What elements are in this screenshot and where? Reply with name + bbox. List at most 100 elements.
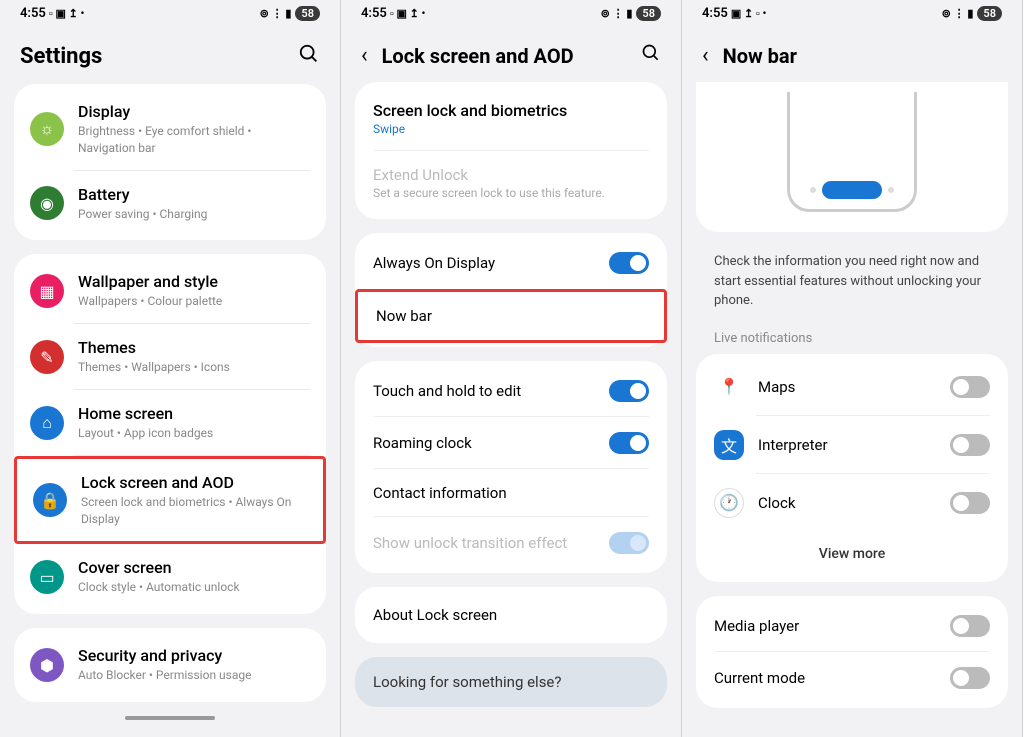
battery-badge: 58 [977,6,1002,21]
status-notif-icons: ▫ ▣ ↥ • [49,7,85,20]
footer-prompt[interactable]: Looking for something else? [355,657,667,707]
status-bar: 4:55 ▣ ↥ ▫ • ⊚ ⋮ ▮ 58 [682,0,1022,25]
row-touch-hold[interactable]: Touch and hold to edit [355,365,667,417]
clock-toggle[interactable] [950,492,990,514]
row-roaming[interactable]: Roaming clock [355,417,667,469]
item-sub: Auto Blocker • Permission usage [78,667,310,684]
back-button[interactable]: ‹ [361,43,368,68]
item-sub: Brightness • Eye comfort shield • Naviga… [78,123,310,157]
lock-icon: 🔒 [33,483,67,517]
app-label: Interpreter [758,436,936,454]
status-time: 4:55 [20,6,46,21]
row-label: Now bar [376,307,432,325]
maps-icon: 📍 [714,372,744,402]
status-bar: 4:55 ▫ ▣ ↥ • ⊚ ⋮ ▮ 58 [0,0,340,25]
item-sub: Clock style • Automatic unlock [78,579,310,596]
touch-toggle[interactable] [609,380,649,402]
row-label: About Lock screen [373,606,497,624]
settings-header: Settings [0,25,340,84]
aod-card: Always On Display Now bar [355,233,667,347]
row-maps[interactable]: 📍 Maps [696,358,1008,416]
settings-item-battery[interactable]: ◉ Battery Power saving • Charging [14,171,326,237]
screenlock-card: Screen lock and biometrics Swipe Extend … [355,82,667,219]
display-icon: ☼ [30,112,64,146]
interpreter-icon: 文 [714,430,744,460]
row-label: Always On Display [373,254,495,272]
row-nowbar[interactable]: Now bar [358,292,664,340]
status-bar: 4:55 ▫ ▣ ↥ • ⊚ ⋮ ▮ 58 [341,0,681,25]
row-about[interactable]: About Lock screen [355,591,667,639]
status-signal-icons: ⊚ ⋮ ▮ [260,7,292,20]
interpreter-toggle[interactable] [950,434,990,456]
themes-icon: ✎ [30,340,64,374]
page-title: Lock screen and AOD [382,44,627,68]
settings-item-wallpaper[interactable]: ▦ Wallpaper and style Wallpapers • Colou… [14,258,326,324]
search-icon[interactable] [298,43,320,70]
row-unlock-effect: Show unlock transition effect [355,517,667,569]
preview-dot-left [810,187,816,193]
item-sub: Themes • Wallpapers • Icons [78,359,310,376]
item-title: Themes [78,338,310,357]
nowbar-header: ‹ Now bar [682,25,1022,82]
back-button[interactable]: ‹ [702,43,709,68]
row-clock[interactable]: 🕐 Clock [696,474,1008,532]
row-label: Current mode [714,669,805,687]
search-icon[interactable] [641,43,661,68]
row-label: Show unlock transition effect [373,534,567,552]
row-media[interactable]: Media player [696,600,1008,652]
row-label: Media player [714,617,799,635]
settings-item-security[interactable]: ⬢ Security and privacy Auto Blocker • Pe… [14,632,326,698]
battery-badge: 58 [636,6,661,21]
mode-toggle[interactable] [950,667,990,689]
row-label: Touch and hold to edit [373,382,521,400]
settings-item-themes[interactable]: ✎ Themes Themes • Wallpapers • Icons [14,324,326,390]
item-title: Lock screen and AOD [81,473,307,492]
item-title: Display [78,102,310,121]
row-title: Screen lock and biometrics [373,101,567,120]
lockscreen-header: ‹ Lock screen and AOD [341,25,681,82]
unlock-toggle [609,532,649,554]
settings-item-display[interactable]: ☼ Display Brightness • Eye comfort shiel… [14,88,326,171]
description-text: Check the information you need right now… [696,244,1008,327]
item-sub: Power saving • Charging [78,206,310,223]
status-time: 4:55 [361,6,387,21]
options-card: Touch and hold to edit Roaming clock Con… [355,361,667,573]
settings-item-home[interactable]: ⌂ Home screen Layout • App icon badges [14,390,326,456]
app-label: Clock [758,494,936,512]
preview-card [696,82,1008,232]
row-mode[interactable]: Current mode [696,652,1008,704]
item-sub: Wallpapers • Colour palette [78,293,310,310]
item-sub: Layout • App icon badges [78,425,310,442]
roaming-toggle[interactable] [609,432,649,454]
item-title: Home screen [78,404,310,423]
lockscreen-settings-screen: 4:55 ▫ ▣ ↥ • ⊚ ⋮ ▮ 58 ‹ Lock screen and … [341,0,682,737]
settings-item-lockscreen[interactable]: 🔒 Lock screen and AOD Screen lock and bi… [17,459,323,542]
maps-toggle[interactable] [950,376,990,398]
item-title: Battery [78,185,310,204]
extras-card: Media player Current mode [696,596,1008,708]
row-screenlock[interactable]: Screen lock and biometrics Swipe [355,86,667,151]
clock-icon: 🕐 [714,488,744,518]
row-title: Extend Unlock [373,166,605,184]
item-sub: Screen lock and biometrics • Always On D… [81,494,307,528]
row-contact[interactable]: Contact information [355,469,667,517]
row-aod[interactable]: Always On Display [355,237,667,289]
status-time: 4:55 [702,6,728,21]
home-icon: ⌂ [30,406,64,440]
home-indicator[interactable] [125,716,215,720]
preview-dot-right [888,187,894,193]
row-sub: Set a secure screen lock to use this fea… [373,186,605,200]
status-signal-icons: ⊚ ⋮ ▮ [601,7,633,20]
settings-item-cover[interactable]: ▭ Cover screen Clock style • Automatic u… [14,544,326,610]
row-extend-unlock: Extend Unlock Set a secure screen lock t… [355,151,667,215]
row-label: Roaming clock [373,434,472,452]
view-more-button[interactable]: View more [696,532,1008,578]
highlight-nowbar: Now bar [355,289,667,343]
aod-toggle[interactable] [609,252,649,274]
preview-pill [822,181,882,199]
row-interpreter[interactable]: 文 Interpreter [696,416,1008,474]
section-header: Live notifications [696,327,1008,354]
media-toggle[interactable] [950,615,990,637]
row-value: Swipe [373,122,567,136]
battery-badge: 58 [295,6,320,21]
